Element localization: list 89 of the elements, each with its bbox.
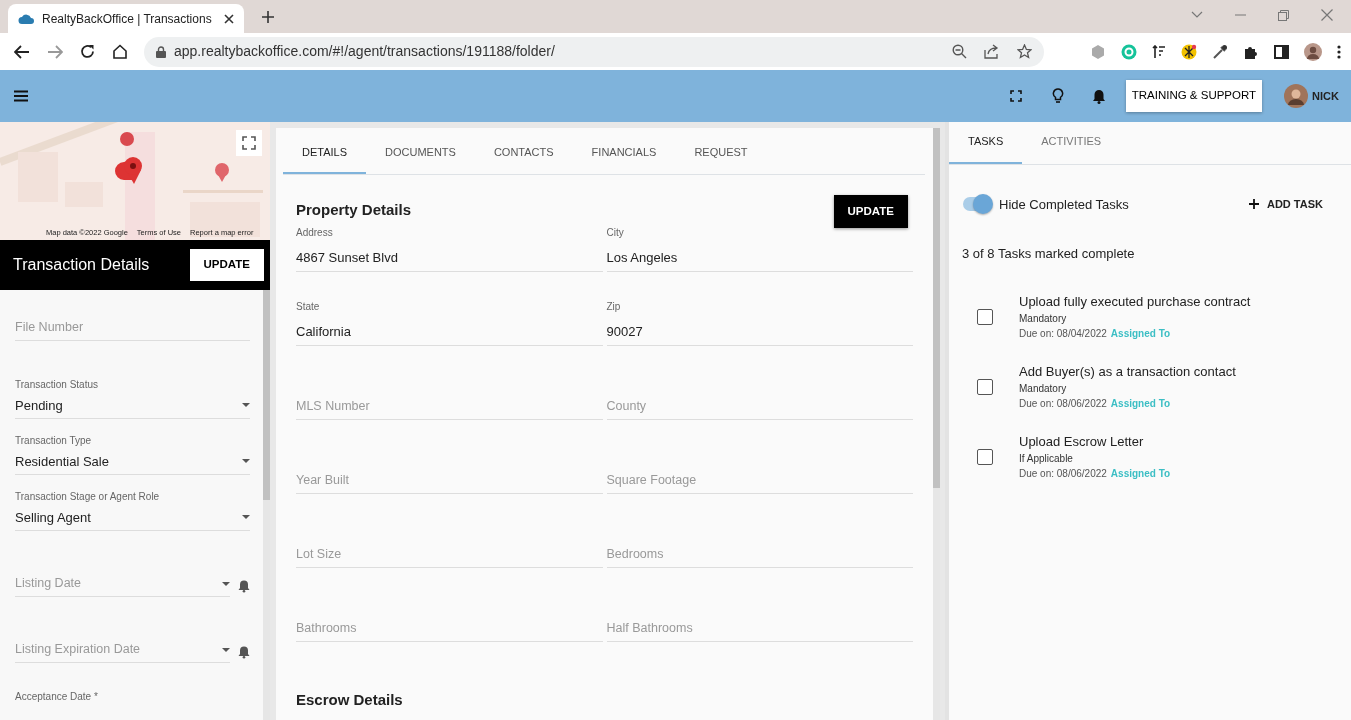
fullscreen-icon [242,136,256,150]
field-value: 4867 Sunset Blvd [296,249,399,268]
fullscreen-icon[interactable] [1009,90,1022,102]
add-task-button[interactable]: ADD TASK [1243,195,1329,214]
task-title: Upload Escrow Letter [1019,432,1145,451]
bell-icon[interactable] [1091,88,1106,104]
update-button[interactable]: UPDATE [833,194,908,228]
task-requirement: Mandatory [1019,312,1068,327]
tab[interactable]: CONTACTS [474,128,573,174]
field-label: Address [296,226,334,241]
back-arrow-icon[interactable] [14,44,30,59]
share-icon[interactable] [984,44,1000,59]
star-icon[interactable] [1017,44,1032,59]
eyedropper-icon[interactable] [1212,43,1228,60]
avatar-icon[interactable] [1284,84,1309,108]
menu-icon[interactable] [14,90,28,102]
task-requirement: If Applicable [1019,452,1074,467]
support-button[interactable]: TRAINING & SUPPORT [1125,80,1263,112]
toggle-switch[interactable] [963,197,991,212]
caret-icon [242,403,250,408]
field-value: 90027 [606,323,644,342]
forward-arrow-icon[interactable] [47,44,63,59]
task-title: Add Buyer(s) as a transaction contact [1019,362,1236,381]
sidebar-icon[interactable] [1274,44,1289,59]
user-name[interactable]: NICK [1312,87,1339,105]
cloud-icon [18,12,34,25]
input-field[interactable]: Zip 90027 [606,271,913,346]
url-text: app.realtybackoffice.com/#!/agent/transactions/191188/folder/ [174,42,556,61]
scrollbar[interactable] [263,290,270,720]
avatar-icon[interactable] [1304,42,1322,61]
field-value: California [296,323,352,342]
task-title: Upload fully executed purchase contract [1019,292,1251,311]
bell-icon[interactable] [238,646,250,659]
task-requirement: Mandatory [1019,382,1068,397]
update-button[interactable]: UPDATE [189,249,264,281]
tab[interactable]: DOCUMENTS [366,128,475,174]
field-label: Zip [606,300,622,315]
select-field[interactable]: Transaction Status Pending [15,363,250,419]
field-value: Selling Agent [15,508,91,527]
caret-icon [222,581,230,586]
tab[interactable]: FINANCIALS [572,128,676,174]
map-fullscreen-button[interactable] [236,130,262,156]
pattern-circle-icon[interactable] [1181,43,1197,60]
section-title: Property Details [296,200,412,221]
more-menu-icon[interactable] [1337,44,1341,59]
tab[interactable]: DETAILS [283,128,367,174]
tab[interactable]: REQUEST [675,128,767,174]
restore-icon[interactable] [1278,9,1289,21]
field-value: Pending [15,396,63,415]
address-bar[interactable]: app.realtybackoffice.com/#!/agent/transactions/191188/folder/ [144,36,1044,67]
field-value: Residential Sale [15,452,109,471]
caret-icon [242,515,250,520]
panel-title: Transaction Details [13,255,150,275]
checkbox[interactable] [977,378,993,395]
tab[interactable]: ACTIVITIES [1022,122,1121,164]
sort-icon[interactable] [1152,44,1166,59]
toggle-label: Hide Completed Tasks [999,195,1129,214]
due-date: Due on: 08/06/2022 [1019,397,1107,412]
close-icon[interactable] [224,13,234,24]
reload-icon[interactable] [80,44,95,59]
checkbox[interactable] [977,448,993,465]
lightbulb-icon[interactable] [1051,88,1064,104]
chevron-down-icon[interactable] [1191,11,1203,19]
checkbox[interactable] [977,308,993,325]
field-label: Transaction Stage or Agent Role [15,489,161,504]
field-label: State [296,300,321,315]
field-label: Transaction Type [15,433,93,448]
due-date: Due on: 08/04/2022 [1019,327,1107,342]
select-field[interactable]: Transaction Type Residential Sale [15,419,250,475]
caret-icon [222,647,230,652]
field-label: Transaction Status [15,377,99,392]
caret-icon [242,459,250,464]
field-value: Los Angeles [606,249,679,268]
lock-icon [156,45,166,58]
task-summary: 3 of 8 Tasks marked complete [961,245,1136,263]
input-field[interactable]: State California [296,271,603,346]
browser-tab[interactable]: RealtyBackOffice | Transactions [8,4,244,33]
tab[interactable]: TASKS [949,122,1023,164]
due-date: Due on: 08/06/2022 [1019,467,1107,482]
home-icon[interactable] [112,44,128,59]
bell-icon[interactable] [238,580,250,593]
select-field[interactable]: Transaction Stage or Agent Role Selling Agent [15,475,250,531]
plus-icon [1249,199,1259,210]
zoom-out-icon[interactable] [952,44,967,59]
field-label: City [606,226,625,241]
field-label: Acceptance Date * [15,690,99,704]
tab-title: RealtyBackOffice | Transactions [42,10,213,28]
section-title: Escrow Details [295,689,404,710]
new-tab-icon[interactable] [262,11,274,23]
